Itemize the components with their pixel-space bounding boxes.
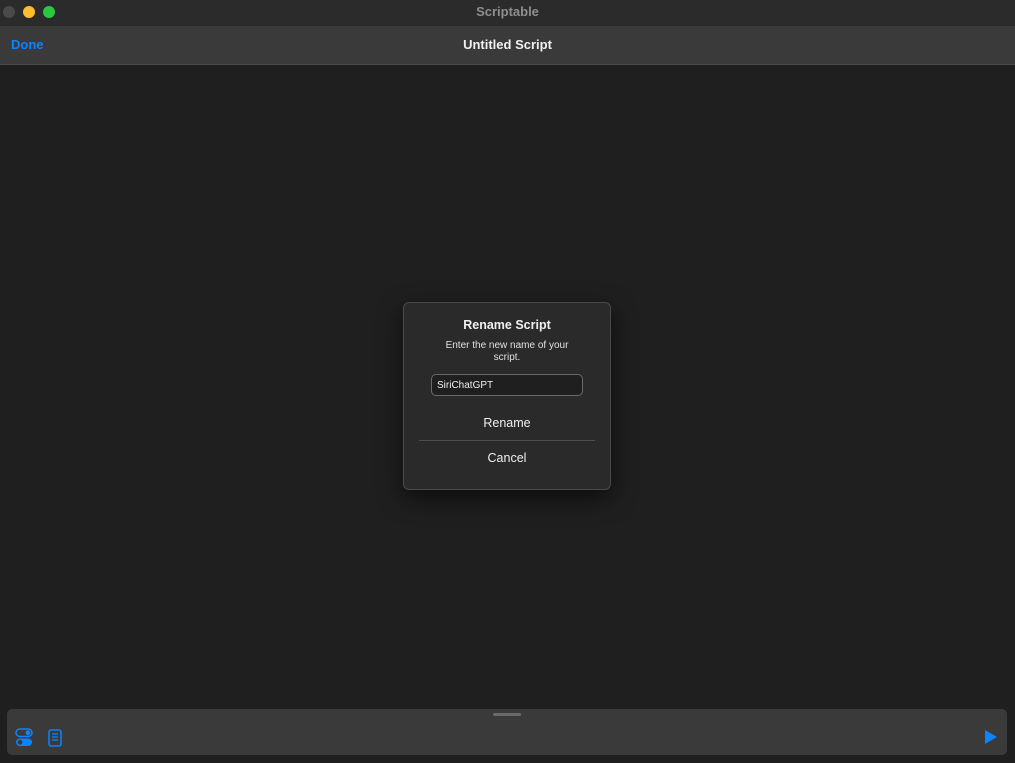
script-title: Untitled Script xyxy=(463,37,552,52)
script-name-input[interactable] xyxy=(431,374,583,396)
app-window: Scriptable Done Untitled Script Rename S… xyxy=(0,0,1015,763)
rename-dialog: Rename Script Enter the new name of your… xyxy=(403,302,611,490)
document-icon[interactable] xyxy=(48,729,62,747)
window-title: Scriptable xyxy=(476,4,539,19)
dialog-divider xyxy=(419,440,595,441)
resize-grabber[interactable] xyxy=(493,713,521,716)
cancel-button[interactable]: Cancel xyxy=(404,451,610,465)
rename-button[interactable]: Rename xyxy=(404,416,610,430)
dialog-message: Enter the new name of your script. xyxy=(445,340,569,363)
dialog-title: Rename Script xyxy=(463,318,551,332)
title-bar: Scriptable xyxy=(0,0,1015,26)
settings-toggle-icon[interactable] xyxy=(15,728,33,747)
navigation-bar: Done Untitled Script xyxy=(0,26,1015,65)
play-icon[interactable] xyxy=(984,729,998,745)
bottom-toolbar xyxy=(7,709,1007,755)
